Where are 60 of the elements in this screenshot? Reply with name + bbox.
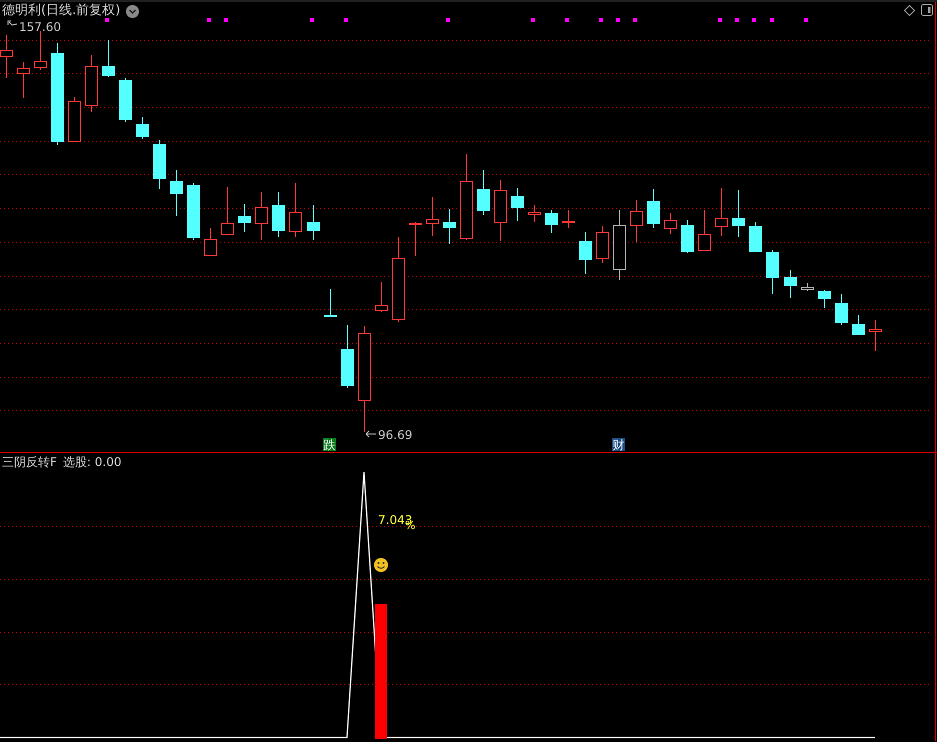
candlestick (732, 190, 745, 238)
candlestick (494, 180, 507, 242)
candlestick (818, 290, 831, 308)
candlestick (613, 210, 626, 280)
indicator-reading: 选股: 0.00 (62, 454, 122, 471)
candlestick (17, 62, 30, 98)
candlestick (562, 210, 575, 228)
candlestick (238, 204, 251, 232)
candlestick (272, 192, 285, 238)
candlestick (443, 208, 456, 244)
candlestick (375, 282, 388, 312)
signal-marker: 跌 (323, 438, 336, 452)
candlestick (545, 210, 558, 234)
candlestick (528, 204, 541, 222)
candlestick (204, 228, 217, 256)
candlestick (409, 222, 422, 256)
candlestick (596, 226, 609, 264)
smiley-icon (374, 558, 388, 572)
candlestick (136, 116, 149, 140)
indicator-name: 三阴反转F (2, 454, 57, 471)
candlestick (715, 188, 728, 236)
candlestick (221, 186, 234, 235)
candlestick (341, 324, 354, 388)
candlestick (477, 170, 490, 216)
diamond-icon[interactable] (904, 4, 915, 16)
dropdown-icon[interactable] (126, 4, 140, 18)
candlestick (324, 288, 337, 317)
candlestick (426, 196, 439, 236)
candlestick (698, 210, 711, 251)
candlestick (869, 320, 882, 352)
candlestick (68, 96, 81, 142)
candlestick (630, 200, 643, 242)
candlestick (153, 140, 166, 190)
candlestick (0, 34, 13, 78)
chart-title: 德明利(日线.前复权) (2, 3, 120, 19)
candlestick (681, 220, 694, 254)
candlestick (647, 188, 660, 228)
candlestick (801, 282, 814, 292)
low-price-label: 96.69 (366, 428, 412, 442)
candlestick (766, 250, 779, 294)
candlestick (34, 30, 47, 70)
candlestick (511, 188, 524, 222)
candlestick (664, 212, 677, 234)
candlestick (784, 270, 797, 298)
candlestick (170, 170, 183, 216)
panel-toggle-icon[interactable] (921, 4, 933, 16)
high-price-label: 157.60 (8, 20, 61, 34)
candlestick (289, 182, 302, 238)
candlestick (749, 222, 762, 252)
candlestick (119, 78, 132, 122)
candlestick (102, 40, 115, 78)
percent-label: 7.043 % (378, 513, 416, 532)
candlestick (579, 232, 592, 274)
candlestick (852, 314, 865, 335)
candlestick (307, 204, 320, 240)
candlestick (835, 294, 848, 326)
signal-marker: 财 (612, 438, 625, 452)
candlestick (255, 192, 268, 240)
candlestick (85, 54, 98, 112)
candlestick (187, 182, 200, 240)
